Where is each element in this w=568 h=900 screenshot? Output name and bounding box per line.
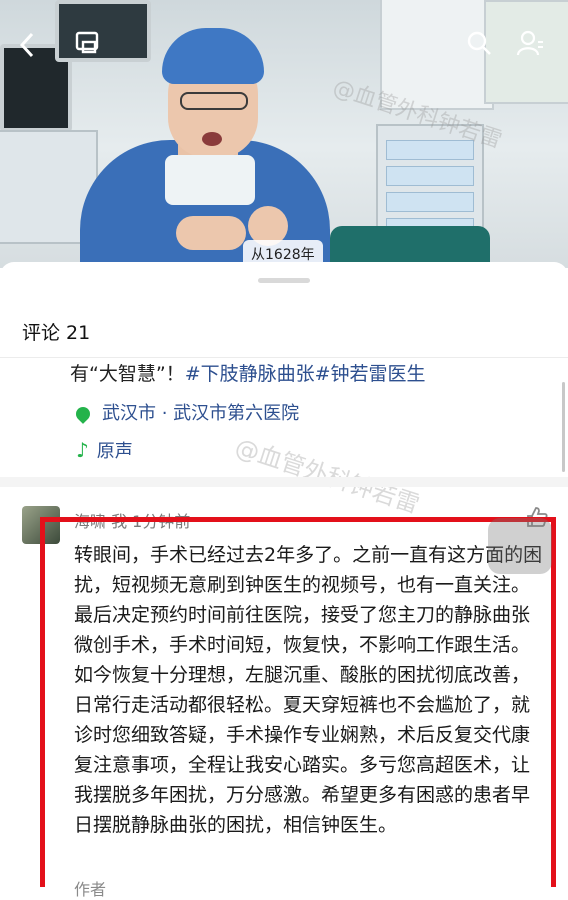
drag-handle[interactable] xyxy=(258,278,310,283)
sheet-watermark: @血管外科钟若雷 xyxy=(231,432,423,519)
chevron-left-icon[interactable] xyxy=(18,32,36,62)
floating-button[interactable] xyxy=(488,518,552,574)
scrollbar[interactable] xyxy=(562,382,565,472)
location-link[interactable]: 武汉市 · 武汉市第六医院 xyxy=(73,399,300,425)
location-pin-icon xyxy=(73,404,93,424)
person-icon[interactable] xyxy=(516,30,544,60)
hashtag-link[interactable]: #下肢静脉曲张 xyxy=(185,363,315,385)
highlight-box xyxy=(40,517,556,887)
music-link[interactable]: ♪ 原声 xyxy=(76,437,133,463)
location-text: 武汉市 · 武汉市第六医院 xyxy=(102,403,300,424)
title-divider xyxy=(0,357,568,358)
screen-cast-icon[interactable] xyxy=(74,30,100,60)
hashtag-link[interactable]: #钟若雷医生 xyxy=(315,363,426,385)
music-note-icon: ♪ xyxy=(76,438,89,462)
comment-sheet: 评论 21 有“大智慧”！#下肢静脉曲张#钟若雷医生 武汉市 · 武汉市第六医院… xyxy=(0,262,568,899)
description-text: 有“大智慧”！ xyxy=(70,363,185,385)
surgeon xyxy=(80,20,330,268)
comments-title: 评论 21 xyxy=(22,322,91,344)
search-icon[interactable] xyxy=(466,30,492,60)
video-player[interactable]: @血管外科钟若雷 从1628年 xyxy=(0,0,568,268)
section-separator xyxy=(0,477,568,487)
music-text: 原声 xyxy=(96,441,133,462)
video-description: 有“大智慧”！#下肢静脉曲张#钟若雷医生 xyxy=(70,359,426,386)
